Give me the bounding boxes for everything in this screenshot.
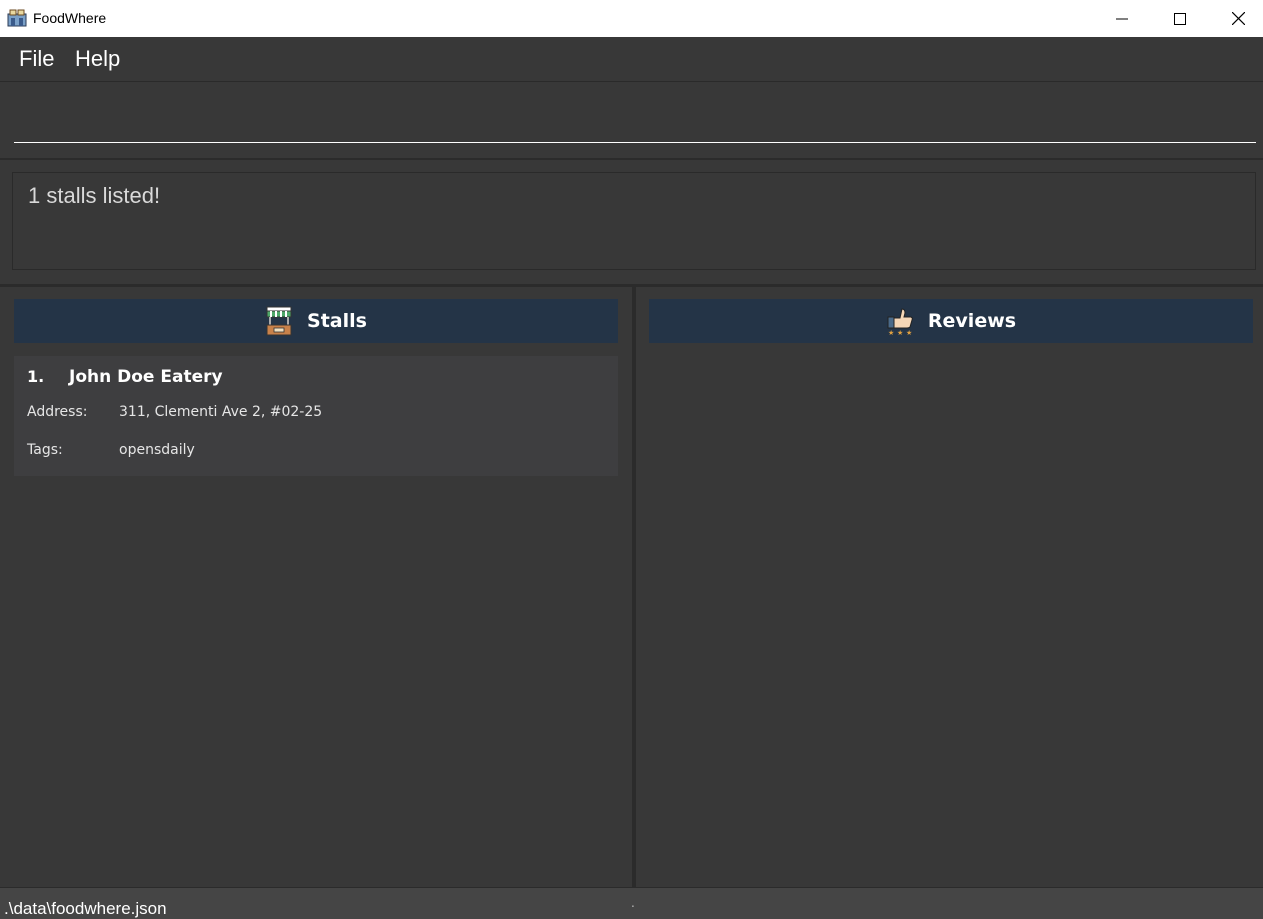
menu-file[interactable]: File [19, 46, 54, 72]
window-title: FoodWhere [33, 10, 107, 26]
command-input[interactable] [14, 102, 1256, 143]
result-display-area: 1 stalls listed! [0, 160, 1263, 287]
address-value: 311, Clementi Ave 2, #02-25 [119, 404, 323, 420]
save-file-path: .\data\foodwhere.json [4, 899, 167, 918]
svg-text:★: ★ [888, 329, 894, 336]
maximize-button[interactable] [1151, 0, 1209, 37]
svg-text:★: ★ [906, 329, 912, 336]
menu-help[interactable]: Help [75, 46, 120, 72]
status-indicator: . [631, 896, 635, 910]
close-icon [1231, 12, 1245, 25]
command-box [0, 82, 1263, 160]
reviews-panel: ★ ★ ★ Reviews [636, 287, 1263, 887]
stalls-panel: Stalls 1. John Doe Eatery Address: 311, … [0, 287, 632, 887]
result-message: 1 stalls listed! [28, 183, 161, 208]
stall-index: 1. [27, 367, 45, 386]
menu-bar: File Help [0, 37, 1263, 82]
maximize-icon [1174, 12, 1186, 25]
minimize-button[interactable] [1093, 0, 1151, 37]
close-button[interactable] [1209, 0, 1263, 37]
status-bar: .\data\foodwhere.json . [0, 887, 1263, 919]
reviews-panel-title: Reviews [927, 310, 1017, 332]
stall-name: John Doe Eatery [69, 367, 223, 387]
stalls-panel-title: Stalls [307, 310, 367, 332]
window-title-bar: FoodWhere [0, 0, 1263, 37]
reviews-panel-header: ★ ★ ★ Reviews [649, 299, 1253, 343]
stall-card[interactable]: 1. John Doe Eatery Address: 311, Clement… [14, 356, 618, 476]
stalls-panel-header: Stalls [14, 299, 618, 343]
svg-text:★: ★ [897, 329, 903, 336]
minimize-icon [1116, 18, 1128, 19]
address-label: Address: [27, 404, 88, 420]
tag-value: opensdaily [119, 442, 195, 458]
app-icon [7, 9, 27, 27]
stall-icon [266, 306, 292, 336]
thumbs-up-review-icon: ★ ★ ★ [887, 308, 913, 336]
tags-label: Tags: [27, 442, 63, 458]
result-display: 1 stalls listed! [12, 172, 1256, 270]
